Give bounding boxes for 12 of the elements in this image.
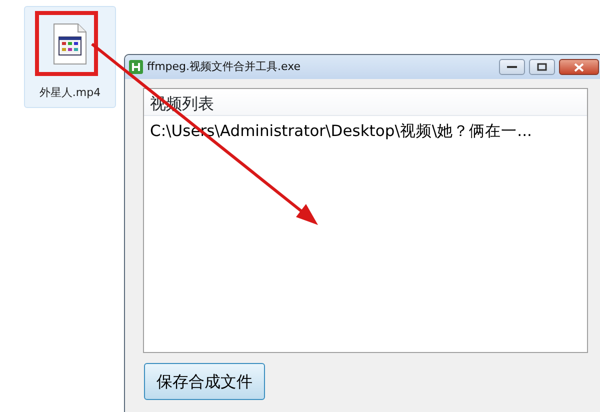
video-file-icon — [53, 23, 87, 65]
maximize-button[interactable] — [529, 59, 555, 75]
minimize-button[interactable] — [499, 59, 525, 75]
window-title: ffmpeg.视频文件合并工具.exe — [147, 58, 302, 75]
highlight-frame — [35, 11, 98, 76]
file-name: 外星人.mp4 — [39, 85, 101, 101]
close-icon — [574, 62, 584, 72]
save-button[interactable]: 保存合成文件 — [144, 363, 265, 400]
app-icon — [129, 60, 143, 74]
maximize-icon — [537, 63, 547, 71]
minimize-icon — [507, 65, 517, 69]
close-button[interactable] — [559, 59, 599, 75]
